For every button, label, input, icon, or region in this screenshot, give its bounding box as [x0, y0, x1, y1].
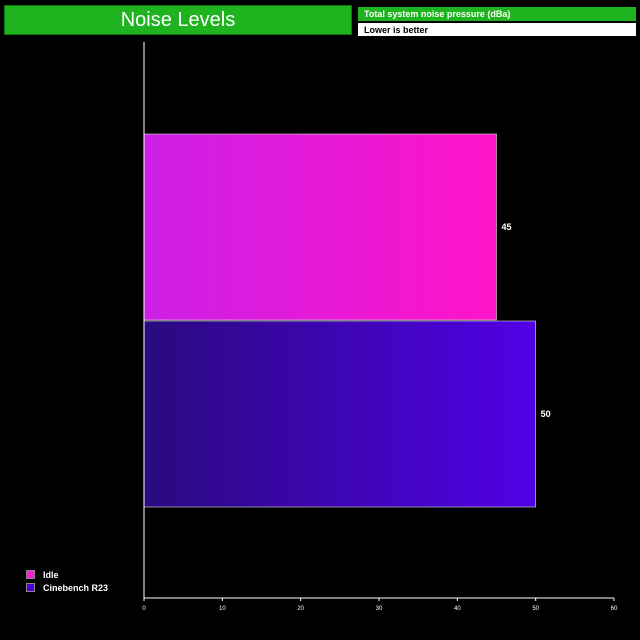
- x-tick-label-60: 60: [611, 606, 618, 612]
- x-tick-label-40: 40: [454, 606, 461, 612]
- x-tick-label-50: 50: [532, 606, 539, 612]
- x-tick-label-0: 0: [142, 606, 146, 612]
- legend-item-idle: Idle: [26, 568, 108, 581]
- data-label-cinebench-r23: 50: [541, 409, 551, 419]
- legend: Idle Cinebench R23: [26, 568, 108, 594]
- x-tick-label-30: 30: [376, 606, 383, 612]
- legend-swatch-idle: [26, 570, 35, 579]
- bar-idle: [143, 133, 497, 321]
- legend-item-cinebench: Cinebench R23: [26, 581, 108, 594]
- x-tick-label-20: 20: [297, 606, 304, 612]
- bar-chart: 45 50 0 10 20 30 40 50 60: [142, 42, 618, 612]
- legend-label-idle: Idle: [43, 569, 59, 580]
- legend-label-cinebench: Cinebench R23: [43, 582, 109, 593]
- x-tick-label-10: 10: [219, 606, 226, 612]
- bar-cinebench-r23: [143, 320, 536, 508]
- data-label-idle: 45: [502, 222, 512, 232]
- legend-swatch-cinebench: [26, 583, 35, 592]
